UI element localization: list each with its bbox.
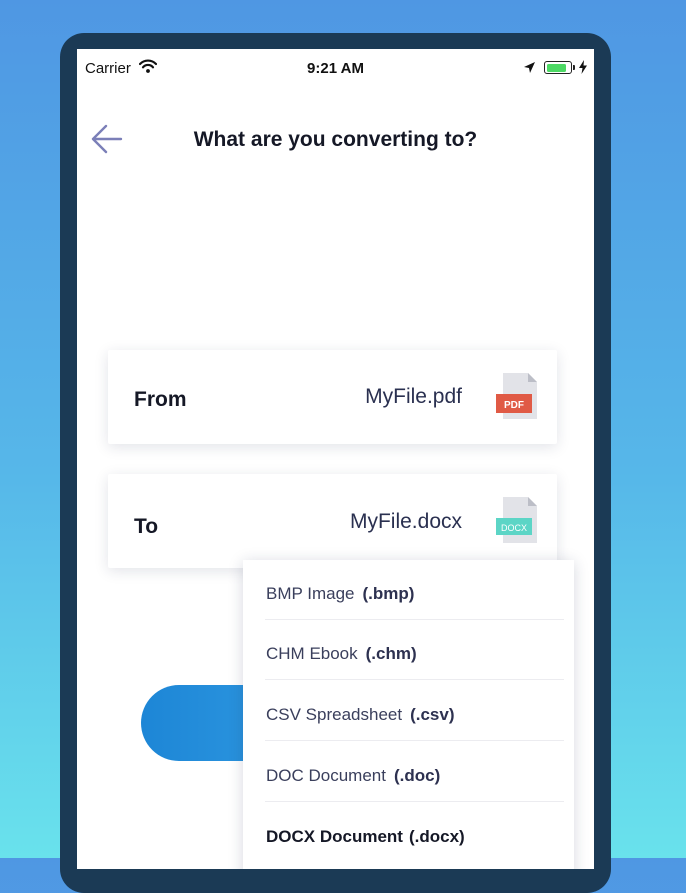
format-option-name: CHM Ebook (266, 644, 358, 663)
divider (265, 740, 564, 741)
docx-badge-text: DOCX (501, 523, 527, 533)
format-option-docx[interactable]: DOCX Document (.docx) (243, 803, 574, 863)
charging-bolt-icon (579, 60, 587, 79)
to-label: To (134, 515, 159, 538)
location-arrow-icon (523, 61, 536, 79)
format-option-ext: (.doc) (393, 766, 441, 785)
pdf-file-icon: PDF (496, 373, 537, 419)
app-screen: Carrier 9:21 AM What are you converting … (77, 49, 594, 869)
to-card[interactable]: To MyFile.docx DOCX (108, 474, 557, 568)
format-option-name: CSV Spreadsheet (266, 705, 403, 724)
format-option-doc[interactable]: DOC Document (.doc) (243, 742, 574, 802)
format-option-bmp[interactable]: BMP Image (.bmp) (243, 560, 574, 620)
format-option-name: BMP Image (266, 584, 355, 603)
from-filename: MyFile.pdf (365, 385, 462, 408)
pdf-badge-text: PDF (504, 400, 524, 411)
format-option-name: DOC Document (266, 766, 386, 785)
divider (265, 679, 564, 680)
format-option-csv[interactable]: CSV Spreadsheet (.csv) (243, 681, 574, 741)
format-option-ext: (.bmp) (362, 584, 415, 603)
from-card[interactable]: From MyFile.pdf PDF (108, 350, 557, 444)
page-title: What are you converting to? (193, 128, 478, 151)
divider (265, 801, 564, 802)
format-option-chm[interactable]: CHM Ebook (.chm) (243, 620, 574, 680)
status-time: 9:21 AM (307, 60, 364, 77)
to-filename: MyFile.docx (349, 510, 462, 533)
format-option-ext: (.csv) (410, 705, 455, 724)
docx-file-icon: DOCX (496, 497, 537, 543)
battery-icon (544, 61, 575, 74)
format-option-ext: (.chm) (365, 644, 417, 663)
format-option-ext: (.docx) (408, 827, 465, 846)
format-dropdown: BMP Image (.bmp) CHM Ebook (.chm) CSV Spre… (243, 560, 574, 869)
from-label: From (134, 388, 187, 411)
status-bar: Carrier 9:21 AM (77, 49, 594, 87)
format-option-name: DOCX Document (266, 827, 403, 846)
